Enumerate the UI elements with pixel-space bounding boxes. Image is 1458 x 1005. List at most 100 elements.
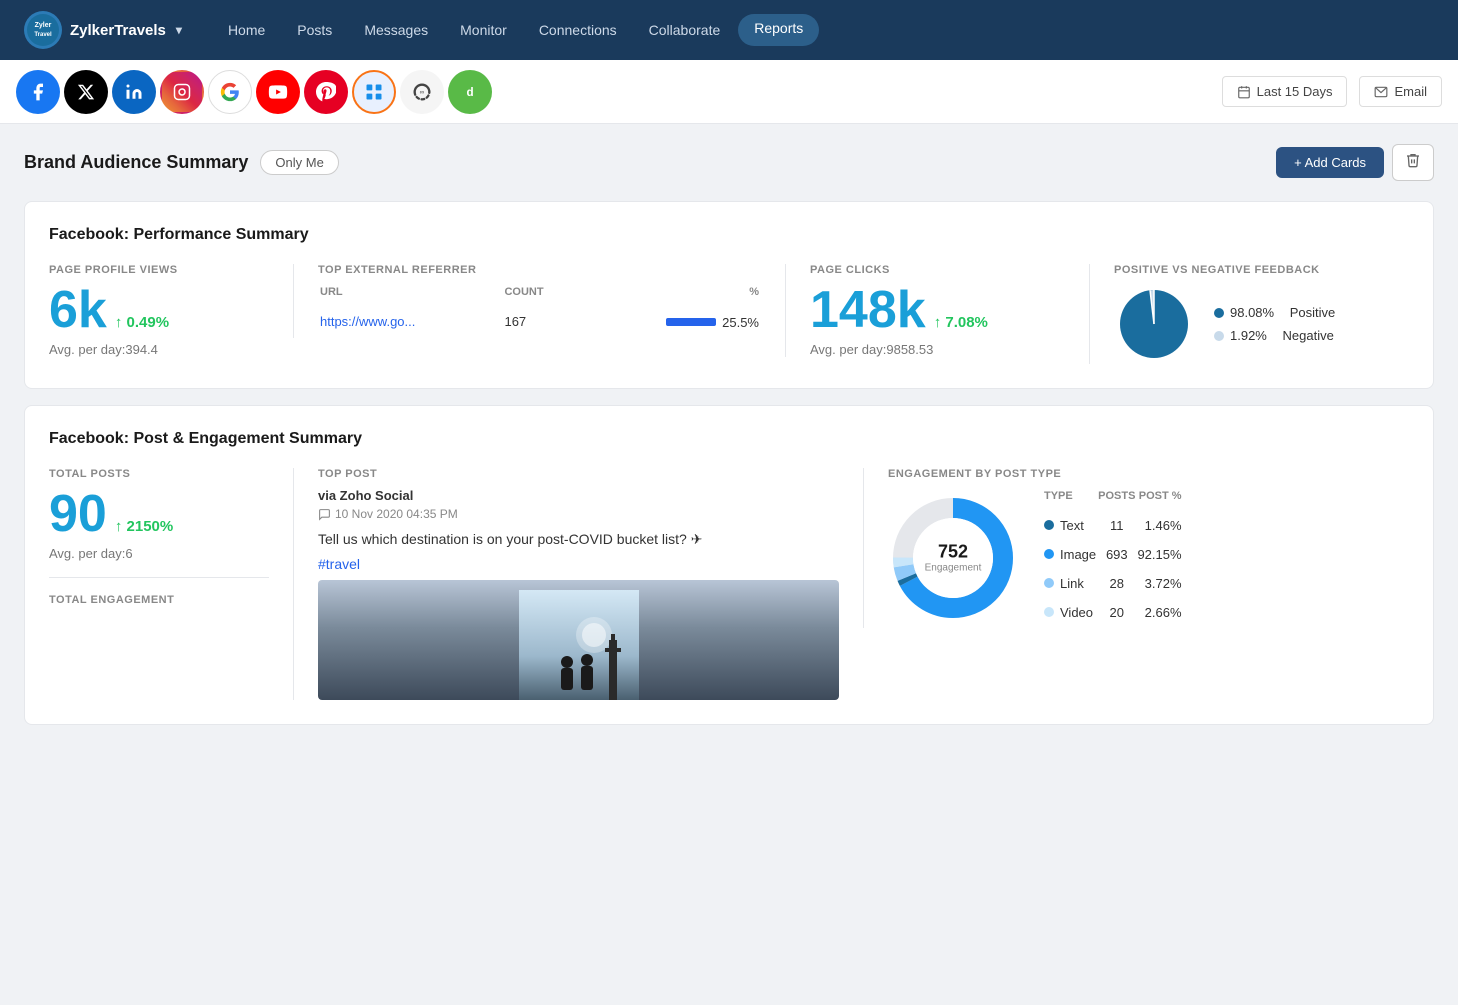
page-profile-views-label: PAGE PROFILE VIEWS bbox=[49, 264, 269, 276]
brand-logo: Zyler Travel bbox=[24, 11, 62, 49]
page-title: Brand Audience Summary bbox=[24, 152, 248, 173]
top-external-referrer-section: TOP EXTERNAL REFERRER URL COUNT % https:… bbox=[293, 264, 761, 338]
engagement-col-pct: POST % bbox=[1137, 490, 1181, 510]
add-cards-button[interactable]: + Add Cards bbox=[1276, 147, 1384, 178]
positive-dot bbox=[1214, 308, 1224, 318]
svg-text:Travel: Travel bbox=[34, 32, 52, 38]
engagement-col-posts: POSTS bbox=[1098, 490, 1135, 510]
referrer-col-count: COUNT bbox=[504, 286, 579, 306]
top-post-image bbox=[318, 580, 839, 700]
nav-home[interactable]: Home bbox=[214, 14, 279, 46]
page-clicks-value: 148k bbox=[810, 284, 926, 336]
post-engagement-grid: TOTAL POSTS 90 ↑ 2150% Avg. per day:6 TO… bbox=[49, 468, 1409, 700]
total-posts-change: ↑ 2150% bbox=[115, 518, 173, 535]
date-filter-label: Last 15 Days bbox=[1257, 84, 1333, 99]
top-post-text: Tell us which destination is on your pos… bbox=[318, 529, 839, 550]
top-post-section: TOP POST via Zoho Social 10 Nov 2020 04:… bbox=[293, 468, 839, 700]
performance-grid: PAGE PROFILE VIEWS 6k ↑ 0.49% Avg. per d… bbox=[49, 264, 1409, 364]
nav-messages[interactable]: Messages bbox=[350, 14, 442, 46]
referrer-count: 167 bbox=[504, 308, 579, 336]
engagement-row-video: Video 20 2.66% bbox=[1044, 599, 1182, 626]
top-post-via: via Zoho Social bbox=[318, 488, 839, 503]
feedback-label: POSITIVE VS NEGATIVE FEEDBACK bbox=[1114, 264, 1409, 276]
social-tab-google[interactable] bbox=[208, 70, 252, 114]
feedback-legend: 98.08% Positive 1.92% Negative bbox=[1214, 305, 1335, 343]
social-tab-sprout[interactable]: d bbox=[448, 70, 492, 114]
negative-dot bbox=[1214, 331, 1224, 341]
performance-summary-title: Facebook: Performance Summary bbox=[49, 226, 1409, 244]
referrer-bar bbox=[666, 318, 716, 326]
negative-pct: 1.92% bbox=[1230, 328, 1267, 343]
total-posts-value: 90 bbox=[49, 488, 107, 540]
social-tab-hootsuite[interactable]: ∞ bbox=[400, 70, 444, 114]
top-external-referrer-label: TOP EXTERNAL REFERRER bbox=[318, 264, 761, 276]
visibility-badge[interactable]: Only Me bbox=[260, 150, 338, 175]
top-post-date-text: 10 Nov 2020 04:35 PM bbox=[335, 507, 458, 521]
page-clicks-section: PAGE CLICKS 148k ↑ 7.08% Avg. per day:98… bbox=[785, 264, 1065, 357]
nav-collaborate[interactable]: Collaborate bbox=[635, 14, 735, 46]
nav-monitor[interactable]: Monitor bbox=[446, 14, 521, 46]
referrer-url[interactable]: https://www.go... bbox=[320, 314, 415, 329]
email-button[interactable]: Email bbox=[1359, 76, 1442, 107]
text-type-dot bbox=[1044, 520, 1054, 530]
main-content: Brand Audience Summary Only Me + Add Car… bbox=[0, 124, 1458, 761]
top-post-hashtag[interactable]: #travel bbox=[318, 556, 839, 572]
post-image-silhouette bbox=[519, 590, 639, 700]
social-tab-pinterest[interactable] bbox=[304, 70, 348, 114]
calendar-icon bbox=[1237, 85, 1251, 99]
page-header-left: Brand Audience Summary Only Me bbox=[24, 150, 339, 175]
social-tab-youtube[interactable] bbox=[256, 70, 300, 114]
page-header: Brand Audience Summary Only Me + Add Car… bbox=[24, 144, 1434, 181]
message-icon bbox=[318, 508, 331, 521]
post-engagement-title: Facebook: Post & Engagement Summary bbox=[49, 430, 1409, 448]
social-tab-linkedin[interactable] bbox=[112, 70, 156, 114]
social-tabs-actions: Last 15 Days Email bbox=[1222, 76, 1442, 107]
brand-chevron-icon: ▾ bbox=[176, 23, 182, 37]
donut-center-value: 752 Engagement bbox=[925, 543, 982, 574]
negative-legend-item: 1.92% Negative bbox=[1214, 328, 1335, 343]
posts-stats-column: TOTAL POSTS 90 ↑ 2150% Avg. per day:6 TO… bbox=[49, 468, 269, 614]
social-tab-twitter[interactable] bbox=[64, 70, 108, 114]
trash-icon bbox=[1405, 152, 1421, 168]
social-tab-instagram[interactable] bbox=[160, 70, 204, 114]
nav-posts[interactable]: Posts bbox=[283, 14, 346, 46]
total-posts-avg: Avg. per day:6 bbox=[49, 546, 269, 561]
navbar: Zyler Travel ZylkerTravels ▾ Home Posts … bbox=[0, 0, 1458, 60]
referrer-col-url: URL bbox=[320, 286, 502, 306]
social-tab-facebook[interactable] bbox=[16, 70, 60, 114]
page-profile-views-section: PAGE PROFILE VIEWS 6k ↑ 0.49% Avg. per d… bbox=[49, 264, 269, 357]
feedback-content: 98.08% Positive 1.92% Negative bbox=[1114, 284, 1409, 364]
nav-links: Home Posts Messages Monitor Connections … bbox=[214, 14, 1434, 46]
svg-text:Zyler: Zyler bbox=[35, 22, 52, 29]
page-clicks-avg: Avg. per day:9858.53 bbox=[810, 342, 1065, 357]
social-tab-buffer[interactable] bbox=[352, 70, 396, 114]
engagement-col-type: TYPE bbox=[1044, 490, 1096, 510]
page-profile-views-change: ↑ 0.49% bbox=[115, 314, 169, 331]
feedback-pie-chart bbox=[1114, 284, 1194, 364]
nav-connections[interactable]: Connections bbox=[525, 14, 631, 46]
email-button-label: Email bbox=[1394, 84, 1427, 99]
svg-text:d: d bbox=[466, 86, 473, 99]
positive-label: Positive bbox=[1290, 305, 1336, 320]
feedback-section: POSITIVE VS NEGATIVE FEEDBACK bbox=[1089, 264, 1409, 364]
negative-label: Negative bbox=[1283, 328, 1334, 343]
nav-reports[interactable]: Reports bbox=[738, 14, 819, 46]
email-icon bbox=[1374, 85, 1388, 99]
delete-button[interactable] bbox=[1392, 144, 1434, 181]
engagement-row-link: Link 28 3.72% bbox=[1044, 570, 1182, 597]
referrer-row: https://www.go... 167 25.5% bbox=[320, 308, 759, 336]
engagement-by-type-label: ENGAGEMENT BY POST TYPE bbox=[888, 468, 1409, 480]
brand[interactable]: Zyler Travel ZylkerTravels ▾ bbox=[24, 11, 182, 49]
page-clicks-change: ↑ 7.08% bbox=[934, 314, 988, 331]
top-post-label: TOP POST bbox=[318, 468, 839, 480]
referrer-pct: 25.5% bbox=[581, 308, 759, 336]
positive-legend-item: 98.08% Positive bbox=[1214, 305, 1335, 320]
svg-text:∞: ∞ bbox=[420, 88, 425, 95]
page-header-right: + Add Cards bbox=[1276, 144, 1434, 181]
engagement-donut-section: 752 Engagement TYPE POSTS POST % bbox=[888, 488, 1409, 628]
engagement-donut-chart: 752 Engagement bbox=[888, 493, 1018, 623]
engagement-type-table: TYPE POSTS POST % Text 11 1.46% bbox=[1042, 488, 1184, 628]
date-filter-button[interactable]: Last 15 Days bbox=[1222, 76, 1348, 107]
total-posts-label: TOTAL POSTS bbox=[49, 468, 269, 480]
referrer-table: URL COUNT % https://www.go... 167 bbox=[318, 284, 761, 338]
